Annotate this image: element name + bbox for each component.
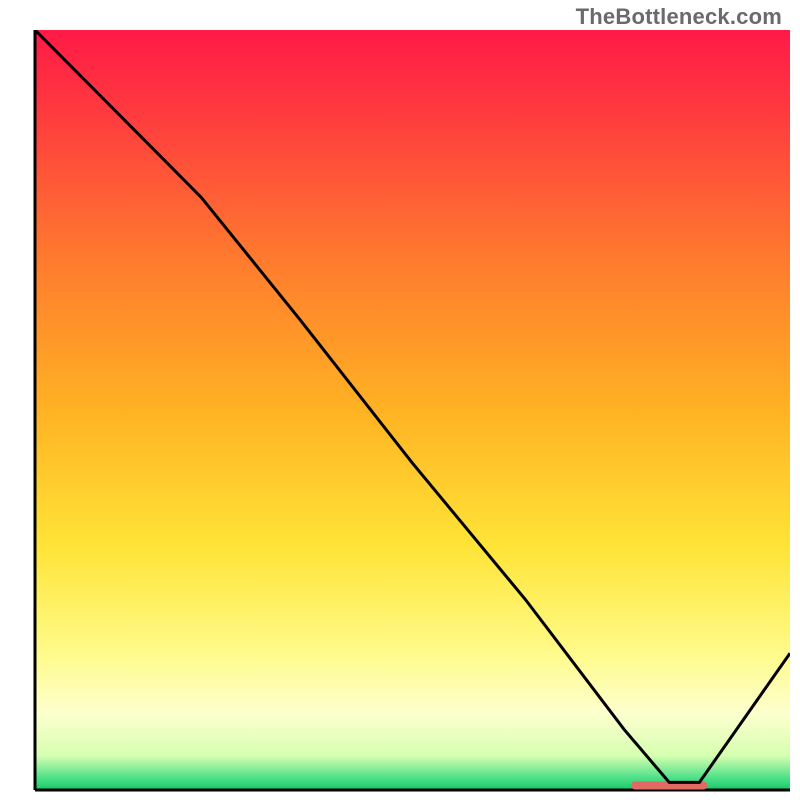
chart-frame: TheBottleneck.com	[0, 0, 800, 800]
bottleneck-chart	[0, 0, 800, 800]
